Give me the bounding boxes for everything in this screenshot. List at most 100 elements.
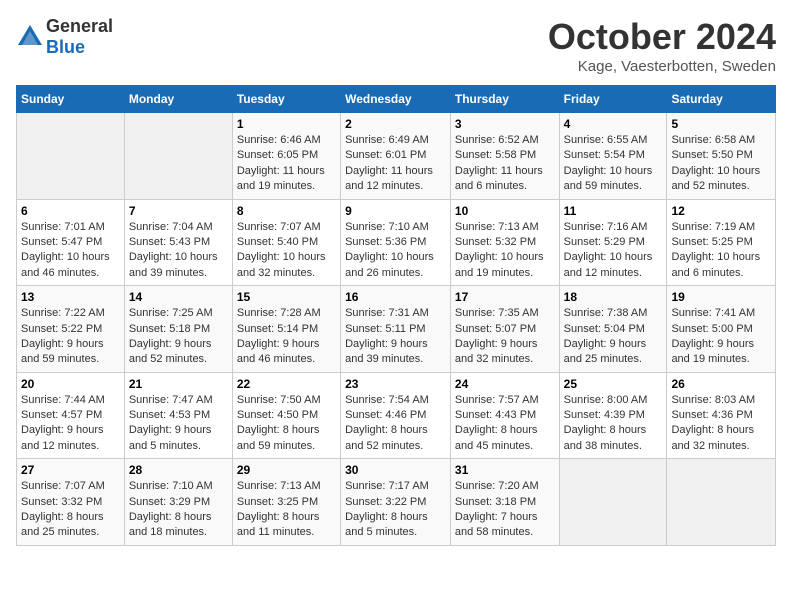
calendar-cell: 10Sunrise: 7:13 AMSunset: 5:32 PMDayligh…	[450, 199, 559, 286]
day-info: Sunrise: 8:03 AMSunset: 4:36 PMDaylight:…	[671, 394, 755, 452]
day-info: Sunrise: 7:07 AMSunset: 3:32 PMDaylight:…	[21, 480, 105, 538]
day-number: 2	[345, 117, 446, 131]
day-info: Sunrise: 7:41 AMSunset: 5:00 PMDaylight:…	[671, 307, 755, 365]
day-number: 7	[129, 204, 228, 218]
day-number: 31	[455, 463, 555, 477]
calendar-week-row: 20Sunrise: 7:44 AMSunset: 4:57 PMDayligh…	[17, 372, 776, 459]
day-info: Sunrise: 7:10 AMSunset: 5:36 PMDaylight:…	[345, 221, 434, 279]
day-number: 14	[129, 290, 228, 304]
day-number: 13	[21, 290, 120, 304]
header-wednesday: Wednesday	[341, 86, 451, 113]
day-number: 5	[671, 117, 771, 131]
day-number: 26	[671, 377, 771, 391]
day-info: Sunrise: 7:50 AMSunset: 4:50 PMDaylight:…	[237, 394, 321, 452]
day-info: Sunrise: 7:20 AMSunset: 3:18 PMDaylight:…	[455, 480, 539, 538]
day-info: Sunrise: 7:35 AMSunset: 5:07 PMDaylight:…	[455, 307, 539, 365]
day-number: 27	[21, 463, 120, 477]
day-number: 8	[237, 204, 336, 218]
day-info: Sunrise: 7:13 AMSunset: 3:25 PMDaylight:…	[237, 480, 321, 538]
calendar-cell: 29 Sunrise: 7:13 AMSunset: 3:25 PMDayligh…	[232, 459, 340, 546]
calendar-table: SundayMondayTuesdayWednesdayThursdayFrid…	[16, 85, 776, 546]
day-number: 23	[345, 377, 446, 391]
calendar-cell: 27 Sunrise: 7:07 AMSunset: 3:32 PMDayligh…	[17, 459, 125, 546]
day-number: 18	[564, 290, 663, 304]
day-info: Sunrise: 6:52 AMSunset: 5:58 PMDaylight:…	[455, 134, 543, 192]
day-info: Sunrise: 7:31 AMSunset: 5:11 PMDaylight:…	[345, 307, 429, 365]
calendar-cell: 2 Sunrise: 6:49 AMSunset: 6:01 PMDaylight…	[341, 113, 451, 200]
calendar-cell: 13 Sunrise: 7:22 AMSunset: 5:22 PMDayligh…	[17, 286, 125, 373]
calendar-cell: 14 Sunrise: 7:25 AMSunset: 5:18 PMDayligh…	[124, 286, 232, 373]
calendar-cell: 22 Sunrise: 7:50 AMSunset: 4:50 PMDayligh…	[232, 372, 340, 459]
header-friday: Friday	[559, 86, 667, 113]
day-info: Sunrise: 8:00 AMSunset: 4:39 PMDaylight:…	[564, 394, 648, 452]
day-number: 12	[671, 204, 771, 218]
day-info: Sunrise: 7:54 AMSunset: 4:46 PMDaylight:…	[345, 394, 429, 452]
day-info: Sunrise: 7:25 AMSunset: 5:18 PMDaylight:…	[129, 307, 213, 365]
calendar-week-row: 6 Sunrise: 7:01 AMSunset: 5:47 PMDaylight…	[17, 199, 776, 286]
calendar-cell: 9 Sunrise: 7:10 AMSunset: 5:36 PMDaylight…	[341, 199, 451, 286]
day-number: 25	[564, 377, 663, 391]
calendar-cell: 15 Sunrise: 7:28 AMSunset: 5:14 PMDayligh…	[232, 286, 340, 373]
calendar-week-row: 13 Sunrise: 7:22 AMSunset: 5:22 PMDayligh…	[17, 286, 776, 373]
calendar-week-row: 27 Sunrise: 7:07 AMSunset: 3:32 PMDayligh…	[17, 459, 776, 546]
day-number: 10	[455, 204, 555, 218]
calendar-cell: 25 Sunrise: 8:00 AMSunset: 4:39 PMDayligh…	[559, 372, 667, 459]
day-info: Sunrise: 6:49 AMSunset: 6:01 PMDaylight:…	[345, 134, 433, 192]
calendar-cell: 4Sunrise: 6:55 AMSunset: 5:54 PMDaylight…	[559, 113, 667, 200]
month-title: October 2024	[548, 16, 776, 58]
calendar-cell: 17 Sunrise: 7:35 AMSunset: 5:07 PMDayligh…	[450, 286, 559, 373]
header-thursday: Thursday	[450, 86, 559, 113]
day-number: 17	[455, 290, 555, 304]
calendar-cell: 23 Sunrise: 7:54 AMSunset: 4:46 PMDayligh…	[341, 372, 451, 459]
day-number: 15	[237, 290, 336, 304]
logo-general: General	[46, 16, 113, 36]
day-number: 20	[21, 377, 120, 391]
calendar-cell: 26 Sunrise: 8:03 AMSunset: 4:36 PMDayligh…	[667, 372, 776, 459]
header-tuesday: Tuesday	[232, 86, 340, 113]
calendar-cell: 16 Sunrise: 7:31 AMSunset: 5:11 PMDayligh…	[341, 286, 451, 373]
calendar-cell: 3 Sunrise: 6:52 AMSunset: 5:58 PMDaylight…	[450, 113, 559, 200]
day-number: 22	[237, 377, 336, 391]
calendar-cell: 24Sunrise: 7:57 AMSunset: 4:43 PMDayligh…	[450, 372, 559, 459]
day-number: 9	[345, 204, 446, 218]
day-info: Sunrise: 7:38 AMSunset: 5:04 PMDaylight:…	[564, 307, 648, 365]
day-number: 29	[237, 463, 336, 477]
day-info: Sunrise: 7:22 AMSunset: 5:22 PMDaylight:…	[21, 307, 105, 365]
calendar-week-row: 1 Sunrise: 6:46 AMSunset: 6:05 PMDaylight…	[17, 113, 776, 200]
day-info: Sunrise: 7:47 AMSunset: 4:53 PMDaylight:…	[129, 394, 213, 452]
calendar-cell: 11 Sunrise: 7:16 AMSunset: 5:29 PMDayligh…	[559, 199, 667, 286]
day-info: Sunrise: 7:16 AMSunset: 5:29 PMDaylight:…	[564, 221, 653, 279]
day-info: Sunrise: 7:07 AMSunset: 5:40 PMDaylight:…	[237, 221, 326, 279]
day-number: 16	[345, 290, 446, 304]
calendar-cell: 31 Sunrise: 7:20 AMSunset: 3:18 PMDayligh…	[450, 459, 559, 546]
calendar-cell	[124, 113, 232, 200]
day-info: Sunrise: 7:01 AMSunset: 5:47 PMDaylight:…	[21, 221, 110, 279]
calendar-cell: 8 Sunrise: 7:07 AMSunset: 5:40 PMDaylight…	[232, 199, 340, 286]
calendar-cell: 20Sunrise: 7:44 AMSunset: 4:57 PMDayligh…	[17, 372, 125, 459]
logo-blue: Blue	[46, 37, 85, 57]
day-number: 6	[21, 204, 120, 218]
title-section: October 2024 Kage, Vaesterbotten, Sweden	[548, 16, 776, 75]
calendar-cell	[17, 113, 125, 200]
day-info: Sunrise: 7:04 AMSunset: 5:43 PMDaylight:…	[129, 221, 218, 279]
day-number: 4	[564, 117, 663, 131]
day-info: Sunrise: 6:46 AMSunset: 6:05 PMDaylight:…	[237, 134, 325, 192]
day-info: Sunrise: 7:28 AMSunset: 5:14 PMDaylight:…	[237, 307, 321, 365]
day-info: Sunrise: 7:19 AMSunset: 5:25 PMDaylight:…	[671, 221, 760, 279]
day-number: 28	[129, 463, 228, 477]
day-number: 1	[237, 117, 336, 131]
logo: General Blue	[16, 16, 113, 58]
header-row: SundayMondayTuesdayWednesdayThursdayFrid…	[17, 86, 776, 113]
day-number: 11	[564, 204, 663, 218]
day-info: Sunrise: 7:10 AMSunset: 3:29 PMDaylight:…	[129, 480, 213, 538]
header-saturday: Saturday	[667, 86, 776, 113]
calendar-cell: 21 Sunrise: 7:47 AMSunset: 4:53 PMDayligh…	[124, 372, 232, 459]
day-number: 19	[671, 290, 771, 304]
calendar-cell: 28 Sunrise: 7:10 AMSunset: 3:29 PMDayligh…	[124, 459, 232, 546]
location-subtitle: Kage, Vaesterbotten, Sweden	[548, 58, 776, 75]
day-number: 21	[129, 377, 228, 391]
day-number: 3	[455, 117, 555, 131]
page-header: General Blue October 2024 Kage, Vaesterb…	[16, 16, 776, 75]
calendar-cell: 18 Sunrise: 7:38 AMSunset: 5:04 PMDayligh…	[559, 286, 667, 373]
header-sunday: Sunday	[17, 86, 125, 113]
